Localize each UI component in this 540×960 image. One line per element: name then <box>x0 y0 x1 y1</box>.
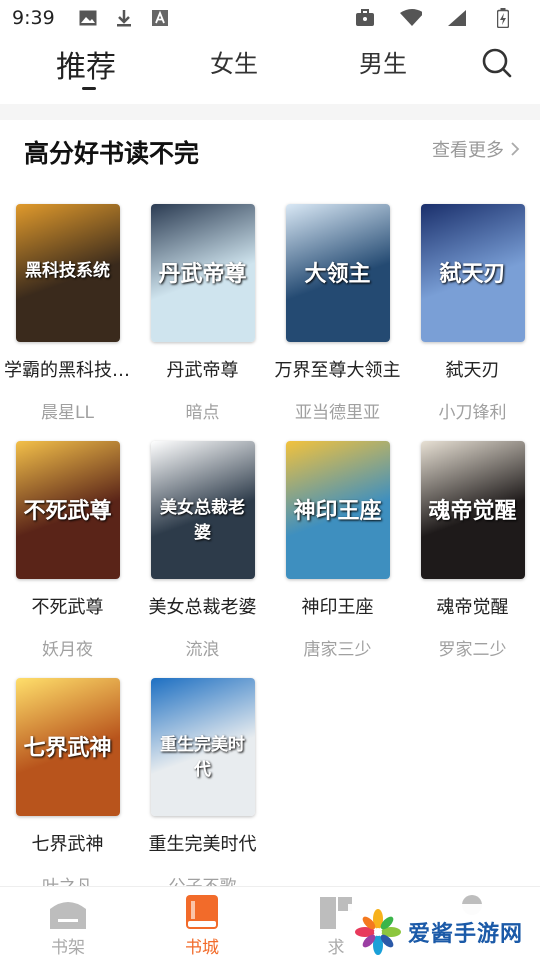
cover-title-art: 黑科技系统 <box>25 261 110 281</box>
status-bar: 9:39 <box>0 0 540 36</box>
app-a-icon <box>149 7 171 29</box>
view-more-link[interactable]: 查看更多 <box>432 136 520 162</box>
book-item[interactable]: 丹武帝尊 丹武帝尊 暗点 <box>135 204 270 423</box>
image-notification-icon <box>77 7 99 29</box>
book-title[interactable]: 魂帝觉醒 <box>405 593 540 619</box>
book-title[interactable]: 不死武尊 <box>0 593 135 619</box>
cover-title-art: 丹武帝尊 <box>158 262 247 287</box>
book-item[interactable]: 黑科技系统学霸的黑科技系统晨星LL <box>0 204 135 423</box>
pinwheel-logo-icon <box>355 909 401 955</box>
book-cover[interactable]: 魂帝觉醒 <box>420 441 525 579</box>
tab-recommend[interactable]: 推荐 <box>56 42 116 86</box>
section-title: 高分好书读不完 <box>24 139 200 168</box>
tab-male[interactable]: 男生 <box>359 44 407 79</box>
book-section: 高分好书读不完 查看更多 黑科技系统 学霸的黑科技系统 晨星LL 丹武帝尊 丹武帝尊 暗点… <box>0 120 540 886</box>
book-item[interactable]: 不死武尊 不死武尊 妖月夜 <box>0 441 135 660</box>
book-item[interactable]: 弑天刃 弑天刃 小刀锋利 <box>405 204 540 423</box>
book-cover[interactable]: 弑天刃 <box>420 204 525 342</box>
cover-title-art: 弑天刃 <box>439 262 506 287</box>
book-author: 暗点 <box>185 403 220 423</box>
chevron-right-icon <box>511 142 520 156</box>
battery-icon <box>492 7 514 29</box>
tab-active-indicator <box>82 87 96 90</box>
book-cover[interactable]: 神印王座 <box>285 441 390 579</box>
book-title[interactable]: 弑天刃 <box>405 356 540 382</box>
book-author: 妖月夜 <box>42 640 93 660</box>
cover-title-art: 不死武尊 <box>23 499 112 524</box>
book-author: 亚当德里亚 <box>295 403 380 423</box>
book-title[interactable]: 重生完美时代 <box>135 830 270 856</box>
book-cover[interactable]: 七界武神 <box>15 678 120 816</box>
book-cover[interactable]: 黑科技系统 <box>15 204 120 342</box>
book-cover[interactable]: 丹武帝尊 <box>150 204 255 342</box>
cover-title-art: 美女总裁老婆 <box>160 498 245 543</box>
book-item[interactable]: 美女总裁老婆 美女总裁老婆 流浪 <box>135 441 270 660</box>
book-author: 叶之凡 <box>0 872 135 886</box>
book-title[interactable]: 七界武神 <box>0 830 135 856</box>
nav-bookstore[interactable]: 书城 <box>162 895 242 958</box>
watermark: 爱酱手游网 <box>348 904 530 960</box>
book-author: 公子不歌 <box>135 872 270 886</box>
wifi-icon <box>400 7 422 29</box>
nav-bookshelf-label: 书架 <box>51 938 85 958</box>
book-item[interactable]: 魂帝觉醒 魂帝觉醒 罗家二少 <box>405 441 540 660</box>
tab-female[interactable]: 女生 <box>210 44 258 79</box>
book-title[interactable]: 神印王座 <box>270 593 405 619</box>
briefcase-icon <box>354 7 376 29</box>
signal-icon <box>446 7 468 29</box>
cover-title-art: 大领主 <box>304 262 371 287</box>
view-more-label: 查看更多 <box>432 140 504 161</box>
book-item[interactable]: 大领主万界至尊大领主亚当德里亚 <box>270 204 405 423</box>
book-title[interactable]: 学霸的黑科技系统 <box>0 356 135 382</box>
book-author: 唐家三少 <box>303 640 372 660</box>
bookstore-icon <box>182 895 222 931</box>
cover-title-art: 魂帝觉醒 <box>428 499 517 524</box>
book-title[interactable]: 美女总裁老婆 <box>135 593 270 619</box>
book-title[interactable]: 丹武帝尊 <box>135 356 270 382</box>
nav-bookstore-label: 书城 <box>185 938 219 958</box>
top-tab-bar: 推荐 女生 男生 <box>0 36 540 104</box>
book-item[interactable]: 重生完美时代重生完美时代公子不歌 <box>135 678 270 886</box>
book-item[interactable]: 七界武神七界武神叶之凡 <box>0 678 135 886</box>
status-time: 9:39 <box>12 7 55 29</box>
bookshelf-icon <box>48 895 88 931</box>
book-author: 晨星LL <box>41 403 94 423</box>
cover-title-art: 七界武神 <box>23 736 112 761</box>
book-author: 小刀锋利 <box>438 403 507 423</box>
cover-title-art: 重生完美时代 <box>160 735 245 780</box>
watermark-text: 爱酱手游网 <box>408 922 524 947</box>
book-item[interactable]: 神印王座 神印王座 唐家三少 <box>270 441 405 660</box>
book-author: 罗家二少 <box>438 640 507 660</box>
download-icon <box>113 7 135 29</box>
search-icon[interactable] <box>480 46 514 80</box>
book-cover[interactable]: 美女总裁老婆 <box>150 441 255 579</box>
book-author: 流浪 <box>185 640 220 660</box>
book-cover[interactable]: 大领主 <box>285 204 390 342</box>
cover-title-art: 神印王座 <box>293 499 382 524</box>
book-cover[interactable]: 不死武尊 <box>15 441 120 579</box>
nav-bookshelf[interactable]: 书架 <box>28 895 108 958</box>
book-title[interactable]: 万界至尊大领主 <box>270 356 405 382</box>
book-cover[interactable]: 重生完美时代 <box>150 678 255 816</box>
